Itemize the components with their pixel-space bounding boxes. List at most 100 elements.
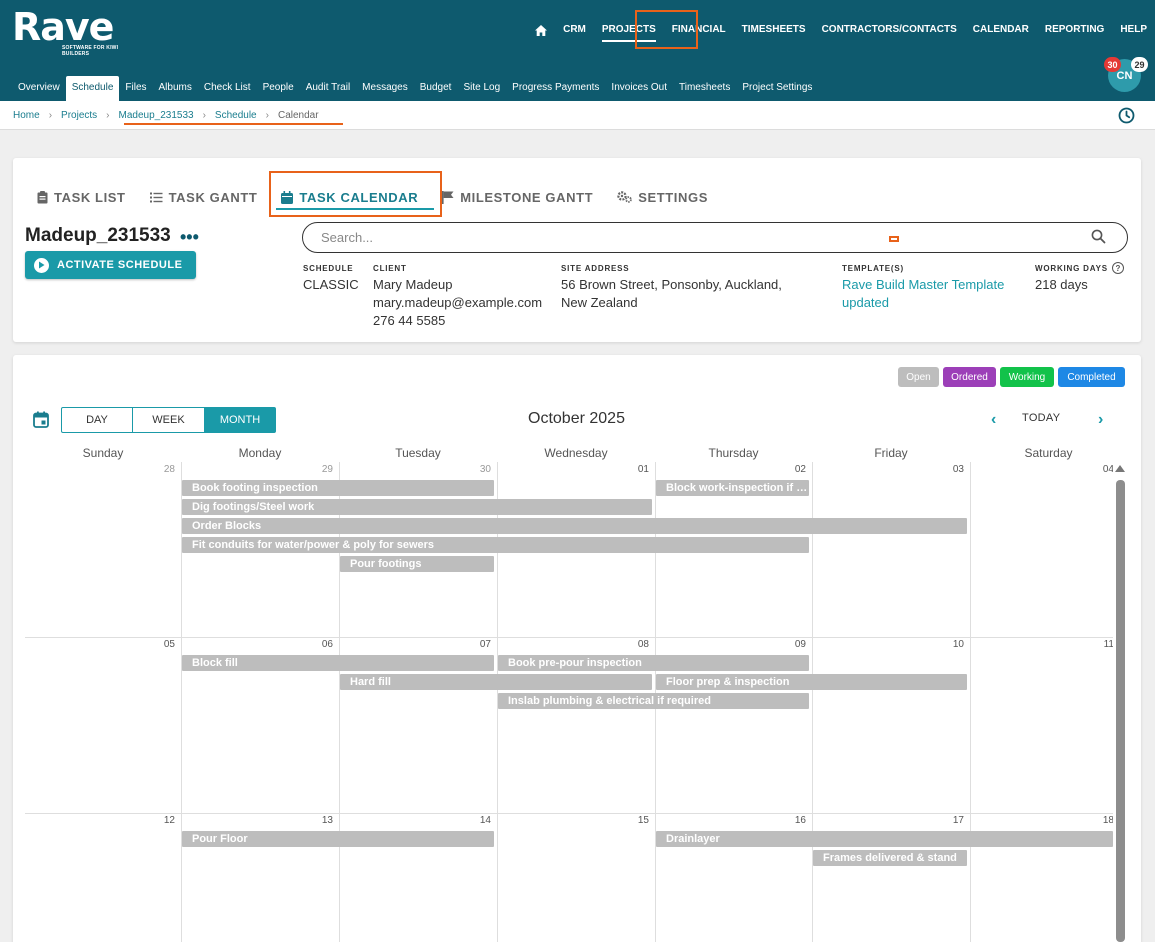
weekday-header: Monday [238,446,282,460]
today-button[interactable]: TODAY [1022,412,1060,424]
nav-reporting[interactable]: REPORTING [1037,18,1112,42]
tab-task-list[interactable]: TASK LIST [25,182,138,212]
play-icon [34,257,49,273]
day-number[interactable]: 14 [461,815,491,826]
schedule-type-value: CLASSIC [303,277,359,292]
task-event[interactable]: Pour footings [340,556,494,572]
subnav-site-log[interactable]: Site Log [457,76,506,101]
help-icon[interactable]: ? [1112,262,1124,274]
task-event[interactable]: Dig footings/Steel work [182,499,652,515]
view-day-button[interactable]: DAY [62,408,133,432]
home-icon[interactable] [527,24,555,36]
subnav-timesheets[interactable]: Timesheets [673,76,736,101]
legend-open: Open [898,367,939,387]
breadcrumb-home[interactable]: Home [13,110,40,121]
notification-badge[interactable]: 30 [1104,57,1121,72]
day-number[interactable]: 17 [934,815,964,826]
task-event[interactable]: Book pre-pour inspection [498,655,809,671]
day-number[interactable]: 10 [934,639,964,650]
prev-month-button[interactable]: ‹ [991,411,996,429]
breadcrumb-projects[interactable]: Projects [61,110,97,121]
day-number[interactable]: 02 [776,464,806,475]
date-picker-icon[interactable] [33,411,49,433]
flag-icon [442,190,454,204]
template-link[interactable]: Rave Build Master Template [842,276,1004,294]
chevron-right-icon: › [202,110,206,121]
nav-crm[interactable]: CRM [555,18,594,42]
subnav-people[interactable]: People [257,76,300,101]
template-link-updated[interactable]: updated [842,294,889,312]
legend-open-label: Open [906,371,931,383]
view-week-button[interactable]: WEEK [133,408,205,432]
task-event[interactable]: Floor prep & inspection [656,674,967,690]
subnav-schedule[interactable]: Schedule [65,76,120,101]
task-event[interactable]: Pour Floor [182,831,494,847]
day-number[interactable]: 18 [1084,815,1114,826]
day-number[interactable]: 03 [934,464,964,475]
tab-settings[interactable]: SETTINGS [605,182,720,212]
subnav-audit-trail[interactable]: Audit Trail [300,76,356,101]
nav-contractors-contacts[interactable]: CONTRACTORS/CONTACTS [814,18,965,42]
tab-task-list-label: TASK LIST [54,189,126,205]
subnav-budget[interactable]: Budget [414,76,458,101]
task-event[interactable]: Hard fill [340,674,652,690]
client-label: CLIENT [373,264,407,273]
history-clock-icon[interactable] [1118,107,1135,129]
message-badge[interactable]: 29 [1131,57,1148,72]
task-event[interactable]: Drainlayer [656,831,1113,847]
activate-schedule-label: ACTIVATE SCHEDULE [57,259,183,271]
day-number[interactable]: 28 [145,464,175,475]
task-event[interactable]: Frames delivered & stand [813,850,967,866]
search-input[interactable] [302,222,1128,253]
subnav-albums[interactable]: Albums [153,76,198,101]
project-title: Madeup_231533 [25,225,171,246]
view-month-button[interactable]: MONTH [205,408,275,432]
day-number[interactable]: 12 [145,815,175,826]
rave-logo[interactable]: Rave SOFTWARE FOR KIWI BUILDERS [12,8,118,57]
tab-task-gantt[interactable]: TASK GANTT [138,182,270,212]
nav-calendar[interactable]: CALENDAR [965,18,1037,42]
activate-schedule-button[interactable]: ACTIVATE SCHEDULE [25,251,196,279]
day-number[interactable]: 16 [776,815,806,826]
task-event[interactable]: Order Blocks [182,518,967,534]
scroll-up-arrow-icon[interactable] [1115,465,1125,472]
list-icon [149,192,163,202]
day-number[interactable]: 04 [1084,464,1114,475]
more-options-icon[interactable]: ••• [180,227,199,248]
subnav-progress-payments[interactable]: Progress Payments [506,76,605,101]
subnav-invoices-out[interactable]: Invoices Out [605,76,673,101]
next-month-button[interactable]: › [1098,411,1103,429]
nav-timesheets[interactable]: TIMESHEETS [734,18,814,42]
legend-completed-label: Completed [1067,371,1116,383]
day-number[interactable]: 08 [619,639,649,650]
day-number[interactable]: 11 [1084,639,1114,650]
day-number[interactable]: 05 [145,639,175,650]
subnav-overview[interactable]: Overview [12,76,66,101]
day-number[interactable]: 30 [461,464,491,475]
subnav-messages[interactable]: Messages [356,76,414,101]
day-number[interactable]: 01 [619,464,649,475]
grid-column-line [812,462,813,942]
tab-milestone-gantt[interactable]: MILESTONE GANTT [430,182,605,212]
day-number[interactable]: 29 [303,464,333,475]
weekday-header: Saturday [1024,446,1073,460]
task-event[interactable]: Block work-inspection if re... [656,480,809,496]
breadcrumb-schedule[interactable]: Schedule [215,110,257,121]
day-number[interactable]: 13 [303,815,333,826]
nav-help[interactable]: HELP [1112,18,1155,42]
day-number[interactable]: 07 [461,639,491,650]
task-event[interactable]: Block fill [182,655,494,671]
task-event[interactable]: Fit conduits for water/power & poly for … [182,537,809,553]
subnav-check-list[interactable]: Check List [198,76,257,101]
day-number[interactable]: 15 [619,815,649,826]
scrollbar-thumb[interactable] [1116,480,1125,942]
subnav-project-settings[interactable]: Project Settings [736,76,818,101]
search-icon[interactable] [1091,229,1106,249]
subnav-files[interactable]: Files [119,76,152,101]
day-number[interactable]: 09 [776,639,806,650]
breadcrumb-project[interactable]: Madeup_231533 [119,110,194,121]
day-number[interactable]: 06 [303,639,333,650]
task-event[interactable]: Inslab plumbing & electrical if required [498,693,809,709]
legend-ordered: Ordered [943,367,996,387]
task-event[interactable]: Book footing inspection [182,480,494,496]
